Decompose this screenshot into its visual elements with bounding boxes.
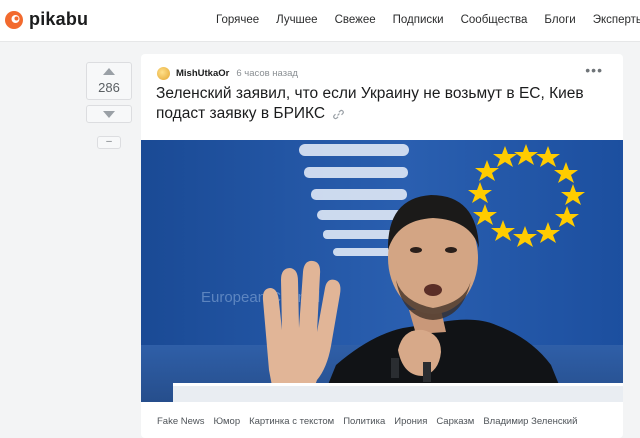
tag-item[interactable]: Fake News [157,416,205,427]
tag-item[interactable]: Ирония [394,416,427,427]
upvote-arrow-icon[interactable] [103,68,115,75]
author-name[interactable]: MishUtkaOr [176,68,229,79]
rating-count: 286 [98,80,120,95]
vote-up-box: 286 [86,62,132,100]
downvote-arrow-icon [103,111,115,118]
collapse-post-button[interactable]: – [97,136,121,149]
logo[interactable]: pikabu [4,9,88,30]
post-author-row: MishUtkaOr 6 часов назад [157,65,298,81]
avatar[interactable] [157,66,170,80]
nav-fresh[interactable]: Свежее [335,14,376,26]
tag-item[interactable]: Политика [343,416,385,427]
nav-hot[interactable]: Горячее [216,14,259,26]
logo-text: pikabu [29,9,89,29]
tag-item[interactable]: Владимир Зеленский [483,416,577,427]
pikabu-logo-icon [4,10,24,30]
tag-item[interactable]: Картинка с текстом [249,416,334,427]
top-header: pikabu Горячее Лучшее Свежее Подписки Со… [0,0,640,42]
link-icon[interactable] [333,106,344,126]
post-time: 6 часов назад [236,67,298,79]
nav-blogs[interactable]: Блоги [544,14,575,26]
post-title-text[interactable]: Зеленский заявил, что если Украину не во… [156,85,584,122]
nav-subscriptions[interactable]: Подписки [393,14,444,26]
more-options-icon[interactable]: ••• [585,63,603,77]
tag-item[interactable]: Сарказм [436,416,474,427]
tag-item[interactable]: Юмор [214,416,241,427]
post-tags: Fake News Юмор Картинка с текстом Полити… [157,416,586,427]
nav-best[interactable]: Лучшее [276,14,317,26]
post-image[interactable]: European Council [141,140,623,402]
nav-communities[interactable]: Сообщества [461,14,528,26]
vote-panel: 286 [86,62,132,123]
downvote-button[interactable] [86,105,132,123]
main-nav: Горячее Лучшее Свежее Подписки Сообществ… [216,0,640,40]
post-title[interactable]: Зеленский заявил, что если Украину не во… [156,84,606,126]
post-card: MishUtkaOr 6 часов назад ••• Зеленский з… [141,54,623,438]
nav-experts[interactable]: Эксперты [593,14,640,26]
